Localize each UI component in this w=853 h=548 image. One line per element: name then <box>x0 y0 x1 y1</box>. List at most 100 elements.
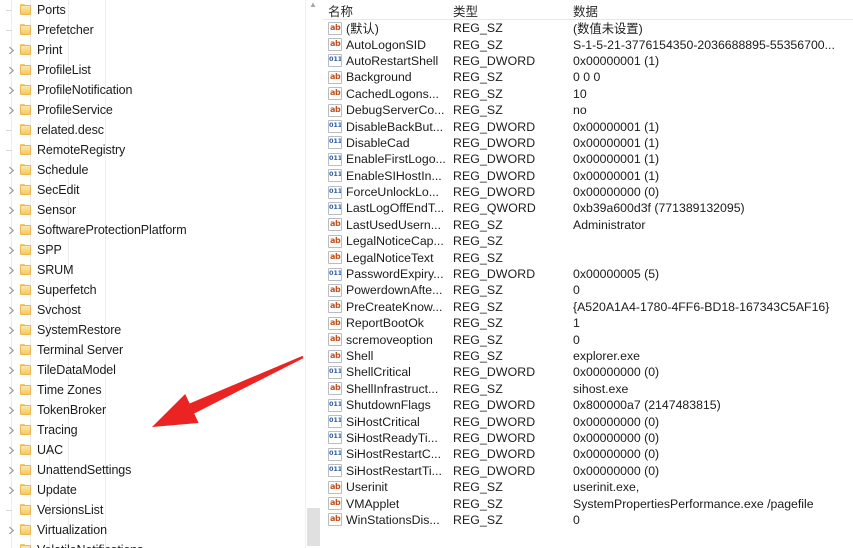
value-name-cell[interactable]: ShutdownFlags <box>323 398 453 412</box>
chevron-right-icon[interactable] <box>4 281 19 299</box>
value-row[interactable]: WinStationsDis... REG_SZ 0 <box>323 512 853 528</box>
tree-item-profileservice[interactable]: ProfileService <box>0 100 305 120</box>
tree-item-hitbox[interactable]: Print <box>4 41 69 59</box>
value-row[interactable]: VMApplet REG_SZ SystemPropertiesPerformanc… <box>323 495 853 511</box>
value-row[interactable]: Shell REG_SZ explorer.exe <box>323 348 853 364</box>
chevron-right-icon[interactable] <box>4 41 19 59</box>
value-name-cell[interactable]: ReportBootOk <box>323 316 453 330</box>
chevron-right-icon[interactable] <box>4 461 19 479</box>
tree-item-hitbox[interactable]: TileDataModel <box>4 361 123 379</box>
chevron-right-icon[interactable] <box>4 341 19 359</box>
value-row[interactable]: LegalNoticeCap... REG_SZ <box>323 233 853 249</box>
value-row[interactable]: ReportBootOk REG_SZ 1 <box>323 315 853 331</box>
tree-item-unattendsettings[interactable]: UnattendSettings <box>0 460 305 480</box>
column-header-data[interactable]: 数据 <box>573 1 853 20</box>
value-row[interactable]: PreCreateKnow... REG_SZ {A520A1A4-1780-4FF… <box>323 299 853 315</box>
tree-item-hitbox[interactable]: Update <box>4 481 84 499</box>
value-row[interactable]: LastLogOffEndT... REG_QWORD 0xb39a600d3f (… <box>323 200 853 216</box>
tree-item-systemrestore[interactable]: SystemRestore <box>0 320 305 340</box>
tree-item-uac[interactable]: UAC <box>0 440 305 460</box>
chevron-right-icon[interactable] <box>4 321 19 339</box>
tree-item-hitbox[interactable]: Prefetcher <box>4 21 101 39</box>
value-name-cell[interactable]: PreCreateKnow... <box>323 300 453 314</box>
value-row[interactable]: EnableFirstLogo... REG_DWORD 0x00000001 (1… <box>323 151 853 167</box>
value-name-cell[interactable]: VMApplet <box>323 497 453 511</box>
tree-item-hitbox[interactable]: Virtualization <box>4 521 114 539</box>
value-name-cell[interactable]: SiHostRestartTi... <box>323 464 453 478</box>
tree-vertical-scrollbar[interactable]: ▲ <box>305 0 322 548</box>
chevron-right-icon[interactable] <box>4 361 19 379</box>
tree-item-softwareprotectionplatform[interactable]: SoftwareProtectionPlatform <box>0 220 305 240</box>
value-name-cell[interactable]: SiHostCritical <box>323 415 453 429</box>
value-name-cell[interactable]: AutoLogonSID <box>323 38 453 52</box>
tree-item-time-zones[interactable]: Time Zones <box>0 380 305 400</box>
value-name-cell[interactable]: LegalNoticeCap... <box>323 234 453 248</box>
tree-item-update[interactable]: Update <box>0 480 305 500</box>
value-rows[interactable]: (默认) REG_SZ (数值未设置) AutoLogonSID REG_SZ S-1-5… <box>323 20 853 528</box>
tree-item-hitbox[interactable]: VolatileNotifications <box>4 541 150 548</box>
tree-item-print[interactable]: Print <box>0 40 305 60</box>
tree-item-ports[interactable]: Ports <box>0 0 305 20</box>
tree-item-hitbox[interactable]: UAC <box>4 441 70 459</box>
chevron-right-icon[interactable] <box>4 301 19 319</box>
value-row[interactable]: Background REG_SZ 0 0 0 <box>323 69 853 85</box>
tree-item-tiledatamodel[interactable]: TileDataModel <box>0 360 305 380</box>
value-name-cell[interactable]: LastLogOffEndT... <box>323 201 453 215</box>
value-row[interactable]: SiHostRestartC... REG_DWORD 0x00000000 (0) <box>323 446 853 462</box>
value-name-cell[interactable]: PowerdownAfte... <box>323 283 453 297</box>
tree-item-hitbox[interactable]: RemoteRegistry <box>4 141 132 159</box>
value-name-cell[interactable]: Shell <box>323 349 453 363</box>
tree-item-prefetcher[interactable]: Prefetcher <box>0 20 305 40</box>
value-row[interactable]: AutoRestartShell REG_DWORD 0x00000001 (1) <box>323 53 853 69</box>
value-row[interactable]: PowerdownAfte... REG_SZ 0 <box>323 282 853 298</box>
value-name-cell[interactable]: EnableSIHostIn... <box>323 169 453 183</box>
value-row[interactable]: CachedLogons... REG_SZ 10 <box>323 86 853 102</box>
value-row[interactable]: ShellCritical REG_DWORD 0x00000000 (0) <box>323 364 853 380</box>
registry-value-list-pane[interactable]: 名称 类型 数据 (默认) REG_SZ (数值未设置) AutoLogonSID RE… <box>322 0 853 548</box>
value-name-cell[interactable]: DisableCad <box>323 136 453 150</box>
value-row[interactable]: SiHostReadyTi... REG_DWORD 0x00000000 (0) <box>323 430 853 446</box>
value-name-cell[interactable]: Userinit <box>323 480 453 494</box>
chevron-right-icon[interactable] <box>4 481 19 499</box>
tree-item-hitbox[interactable]: SoftwareProtectionPlatform <box>4 221 194 239</box>
value-row[interactable]: SiHostCritical REG_DWORD 0x00000000 (0) <box>323 413 853 429</box>
value-row[interactable]: PasswordExpiry... REG_DWORD 0x00000005 (5) <box>323 266 853 282</box>
tree-item-hitbox[interactable]: Terminal Server <box>4 341 130 359</box>
chevron-right-icon[interactable] <box>4 521 19 539</box>
value-name-cell[interactable]: SiHostRestartC... <box>323 447 453 461</box>
value-name-cell[interactable]: DisableBackBut... <box>323 120 453 134</box>
value-row[interactable]: ShutdownFlags REG_DWORD 0x800000a7 (214748… <box>323 397 853 413</box>
tree-item-sensor[interactable]: Sensor <box>0 200 305 220</box>
chevron-right-icon[interactable] <box>4 401 19 419</box>
value-name-cell[interactable]: Background <box>323 70 453 84</box>
tree-item-spp[interactable]: SPP <box>0 240 305 260</box>
value-row[interactable]: (默认) REG_SZ (数值未设置) <box>323 20 853 36</box>
value-name-cell[interactable]: WinStationsDis... <box>323 513 453 527</box>
tree-item-superfetch[interactable]: Superfetch <box>0 280 305 300</box>
tree-item-hitbox[interactable]: SRUM <box>4 261 80 279</box>
value-name-cell[interactable]: LegalNoticeText <box>323 251 453 265</box>
chevron-right-icon[interactable] <box>4 201 19 219</box>
value-row[interactable]: DebugServerCo... REG_SZ no <box>323 102 853 118</box>
value-row[interactable]: DisableCad REG_DWORD 0x00000001 (1) <box>323 135 853 151</box>
tree-item-hitbox[interactable]: ProfileNotification <box>4 81 139 99</box>
registry-key-tree[interactable]: Ports Prefetcher Print ProfileList ProfileNo… <box>0 0 305 548</box>
tree-item-hitbox[interactable]: SPP <box>4 241 69 259</box>
scrollbar-track[interactable] <box>306 0 322 548</box>
chevron-right-icon[interactable] <box>4 241 19 259</box>
tree-item-svchost[interactable]: Svchost <box>0 300 305 320</box>
value-row[interactable]: ForceUnlockLo... REG_DWORD 0x00000000 (0) <box>323 184 853 200</box>
tree-item-hitbox[interactable]: Schedule <box>4 161 95 179</box>
tree-item-hitbox[interactable]: Ports <box>4 1 73 19</box>
tree-item-hitbox[interactable]: UnattendSettings <box>4 461 138 479</box>
tree-item-hitbox[interactable]: Svchost <box>4 301 88 319</box>
tree-item-hitbox[interactable]: related.desc <box>4 121 111 139</box>
scrollbar-thumb[interactable] <box>307 508 320 546</box>
value-row[interactable]: LegalNoticeText REG_SZ <box>323 249 853 265</box>
chevron-right-icon[interactable] <box>4 61 19 79</box>
tree-item-secedit[interactable]: SecEdit <box>0 180 305 200</box>
tree-item-tracing[interactable]: Tracing <box>0 420 305 440</box>
tree-item-volatilenotifications[interactable]: VolatileNotifications <box>0 540 305 548</box>
value-name-cell[interactable]: AutoRestartShell <box>323 54 453 68</box>
tree-item-hitbox[interactable]: SystemRestore <box>4 321 128 339</box>
